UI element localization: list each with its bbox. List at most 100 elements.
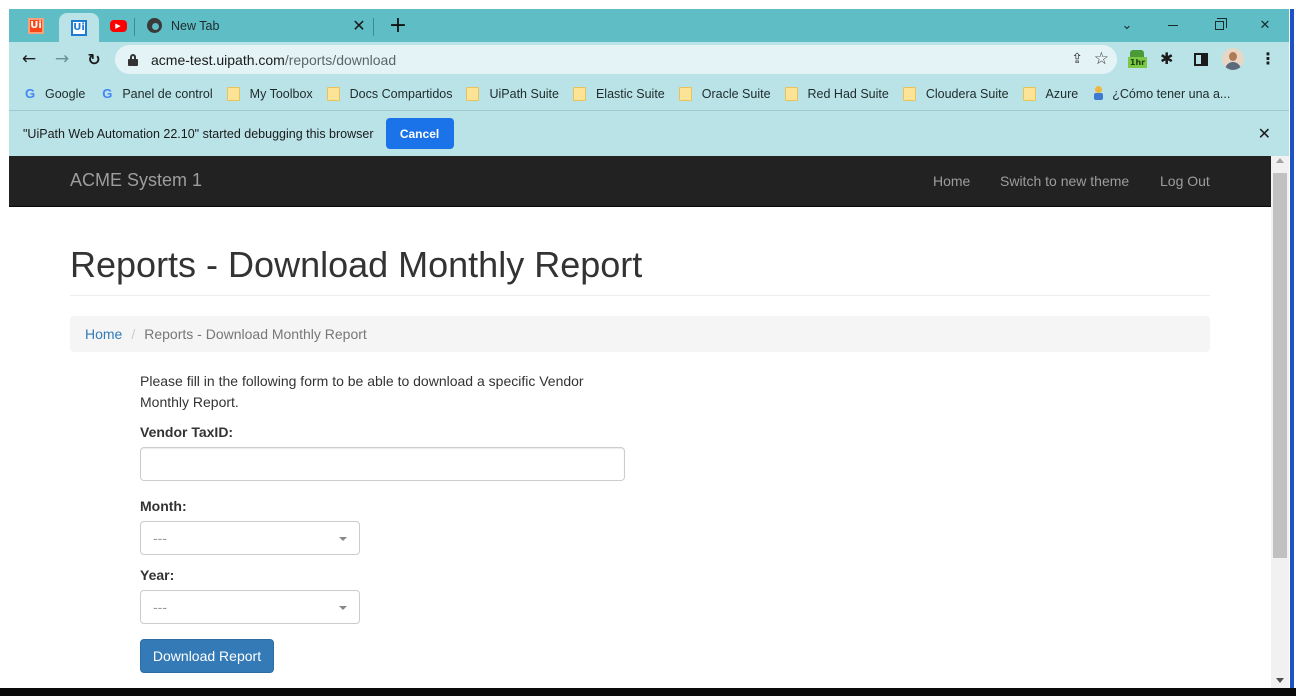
folder-icon — [466, 86, 480, 101]
chevron-down-icon — [339, 606, 347, 610]
nav-logout-link[interactable]: Log Out — [1160, 173, 1210, 189]
bookmark-label: Panel de control — [122, 86, 213, 101]
infobar-message: "UiPath Web Automation 22.10" started de… — [23, 126, 374, 141]
scroll-down-arrow-icon[interactable] — [1276, 678, 1284, 683]
infobar-cancel-button[interactable]: Cancel — [385, 118, 454, 149]
bookmark-como-tener[interactable]: ¿Cómo tener una a... — [1092, 86, 1230, 101]
breadcrumb-current: Reports - Download Monthly Report — [144, 326, 367, 342]
desktop-edge — [1290, 9, 1294, 689]
folder-icon — [572, 86, 586, 101]
vendor-taxid-input[interactable] — [140, 447, 625, 481]
form-intro-text: Please fill in the following form to be … — [140, 373, 584, 410]
url-text[interactable]: acme-test.uipath.com/reports/download — [151, 52, 396, 68]
window-close-button[interactable]: ✕ — [1242, 11, 1288, 39]
google-icon: G — [102, 86, 113, 101]
bookmark-my-toolbox[interactable]: My Toolbox — [226, 86, 313, 101]
bookmark-red-had-suite[interactable]: Red Had Suite — [784, 86, 889, 101]
bookmark-docs-compartidos[interactable]: Docs Compartidos — [326, 86, 453, 101]
tab-search-icon[interactable]: ⌄ — [1104, 11, 1150, 39]
extensions-puzzle-icon[interactable]: ✱ — [1160, 49, 1173, 68]
bookmark-oracle-suite[interactable]: Oracle Suite — [678, 86, 771, 101]
tab-uipath-studio[interactable]: Ui — [19, 9, 53, 42]
download-report-button[interactable]: Download Report — [140, 639, 274, 673]
tab-separator — [373, 18, 374, 36]
bookmark-panel-de-control[interactable]: G Panel de control — [99, 86, 212, 102]
month-select-value: --- — [153, 530, 167, 546]
restore-icon — [1214, 17, 1227, 30]
bookmark-label: UiPath Suite — [489, 86, 559, 101]
profile-avatar[interactable] — [1222, 48, 1244, 70]
year-label: Year: — [140, 567, 175, 583]
folder-icon — [326, 86, 340, 101]
month-label: Month: — [140, 498, 187, 514]
page-viewport: ACME System 1 Home Switch to new theme L… — [9, 156, 1289, 688]
google-icon: G — [24, 86, 36, 101]
tab-strip: Ui Ui ▶ New Tab ✕ + ⌄ ✕ — [9, 9, 1289, 42]
browser-toolbar: ← → ↻ acme-test.uipath.com/reports/downl… — [9, 42, 1289, 77]
bookmark-label: Azure — [1045, 86, 1079, 101]
uipath-orange-icon: Ui — [28, 17, 44, 34]
month-select[interactable]: --- — [140, 521, 360, 555]
side-panel-icon[interactable] — [1194, 53, 1208, 66]
bookmark-label: Oracle Suite — [701, 86, 771, 101]
bookmark-label: ¿Cómo tener una a... — [1112, 86, 1231, 101]
scrollbar-thumb[interactable] — [1273, 173, 1287, 558]
year-select-value: --- — [153, 599, 167, 615]
lock-icon[interactable] — [128, 53, 138, 66]
folder-icon — [226, 86, 240, 101]
close-icon[interactable]: ✕ — [351, 16, 367, 35]
bookmark-star-icon[interactable]: ☆ — [1094, 49, 1109, 69]
bookmark-azure[interactable]: Azure — [1022, 86, 1079, 101]
close-icon[interactable]: ✕ — [1258, 124, 1271, 143]
bookmark-elastic-suite[interactable]: Elastic Suite — [572, 86, 665, 101]
bookmark-google[interactable]: G Google — [22, 86, 85, 102]
tab-youtube[interactable]: ▶ — [101, 9, 135, 42]
reload-button[interactable]: ↻ — [81, 46, 107, 72]
breadcrumb-home-link[interactable]: Home — [85, 326, 122, 342]
bookmark-uipath-suite[interactable]: UiPath Suite — [466, 86, 559, 101]
extension-badge: 1hr — [1128, 57, 1147, 68]
folder-icon — [678, 86, 692, 101]
chrome-icon — [147, 18, 162, 33]
bookmark-label: Cloudera Suite — [925, 86, 1009, 101]
tab-new-tab[interactable]: New Tab ✕ — [139, 9, 373, 42]
share-icon[interactable]: ⇪ — [1071, 51, 1083, 67]
address-bar[interactable]: acme-test.uipath.com/reports/download ⇪ … — [115, 45, 1117, 74]
youtube-icon: ▶ — [109, 19, 127, 32]
menu-kebab-icon[interactable]: ⋮ — [1260, 49, 1276, 68]
tab-title: New Tab — [171, 18, 220, 33]
vendor-taxid-label: Vendor TaxID: — [140, 424, 234, 440]
tab-uipath-active[interactable]: Ui — [59, 13, 99, 42]
title-divider — [70, 295, 1210, 296]
bookmark-label: Google — [45, 86, 86, 101]
url-path: /reports/download — [284, 51, 397, 68]
bookmark-label: Docs Compartidos — [349, 86, 453, 101]
breadcrumb-separator: / — [131, 326, 136, 342]
app-brand[interactable]: ACME System 1 — [70, 170, 202, 191]
minimize-button[interactable] — [1150, 11, 1196, 39]
vertical-scrollbar[interactable] — [1271, 156, 1289, 688]
app-navbar: ACME System 1 Home Switch to new theme L… — [9, 156, 1271, 207]
forward-button[interactable]: → — [49, 46, 75, 72]
new-tab-button[interactable]: + — [385, 13, 411, 39]
taskbar-edge — [0, 688, 1296, 696]
minimize-icon — [1168, 24, 1178, 26]
folder-icon — [784, 86, 798, 101]
debugging-infobar: "UiPath Web Automation 22.10" started de… — [9, 110, 1289, 156]
bookmark-cloudera-suite[interactable]: Cloudera Suite — [902, 86, 1009, 101]
timer-extension-icon[interactable]: 1hr — [1127, 50, 1149, 70]
scroll-up-arrow-icon[interactable] — [1276, 158, 1284, 163]
browser-chrome: Ui Ui ▶ New Tab ✕ + ⌄ ✕ ← → ↻ acme-test.… — [9, 9, 1289, 156]
breadcrumb: Home / Reports - Download Monthly Report — [70, 316, 1210, 352]
nav-switch-theme-link[interactable]: Switch to new theme — [1000, 173, 1129, 189]
bookmark-label: Elastic Suite — [595, 86, 665, 101]
url-host: acme-test.uipath.com — [151, 51, 285, 68]
year-select[interactable]: --- — [140, 590, 360, 624]
page-title: Reports - Download Monthly Report — [70, 244, 643, 285]
back-button[interactable]: ← — [16, 46, 42, 72]
tip-icon — [1092, 86, 1105, 101]
bookmark-label: Red Had Suite — [807, 86, 889, 101]
tab-separator — [134, 18, 135, 36]
restore-button[interactable] — [1196, 11, 1242, 39]
nav-home-link[interactable]: Home — [933, 173, 970, 189]
